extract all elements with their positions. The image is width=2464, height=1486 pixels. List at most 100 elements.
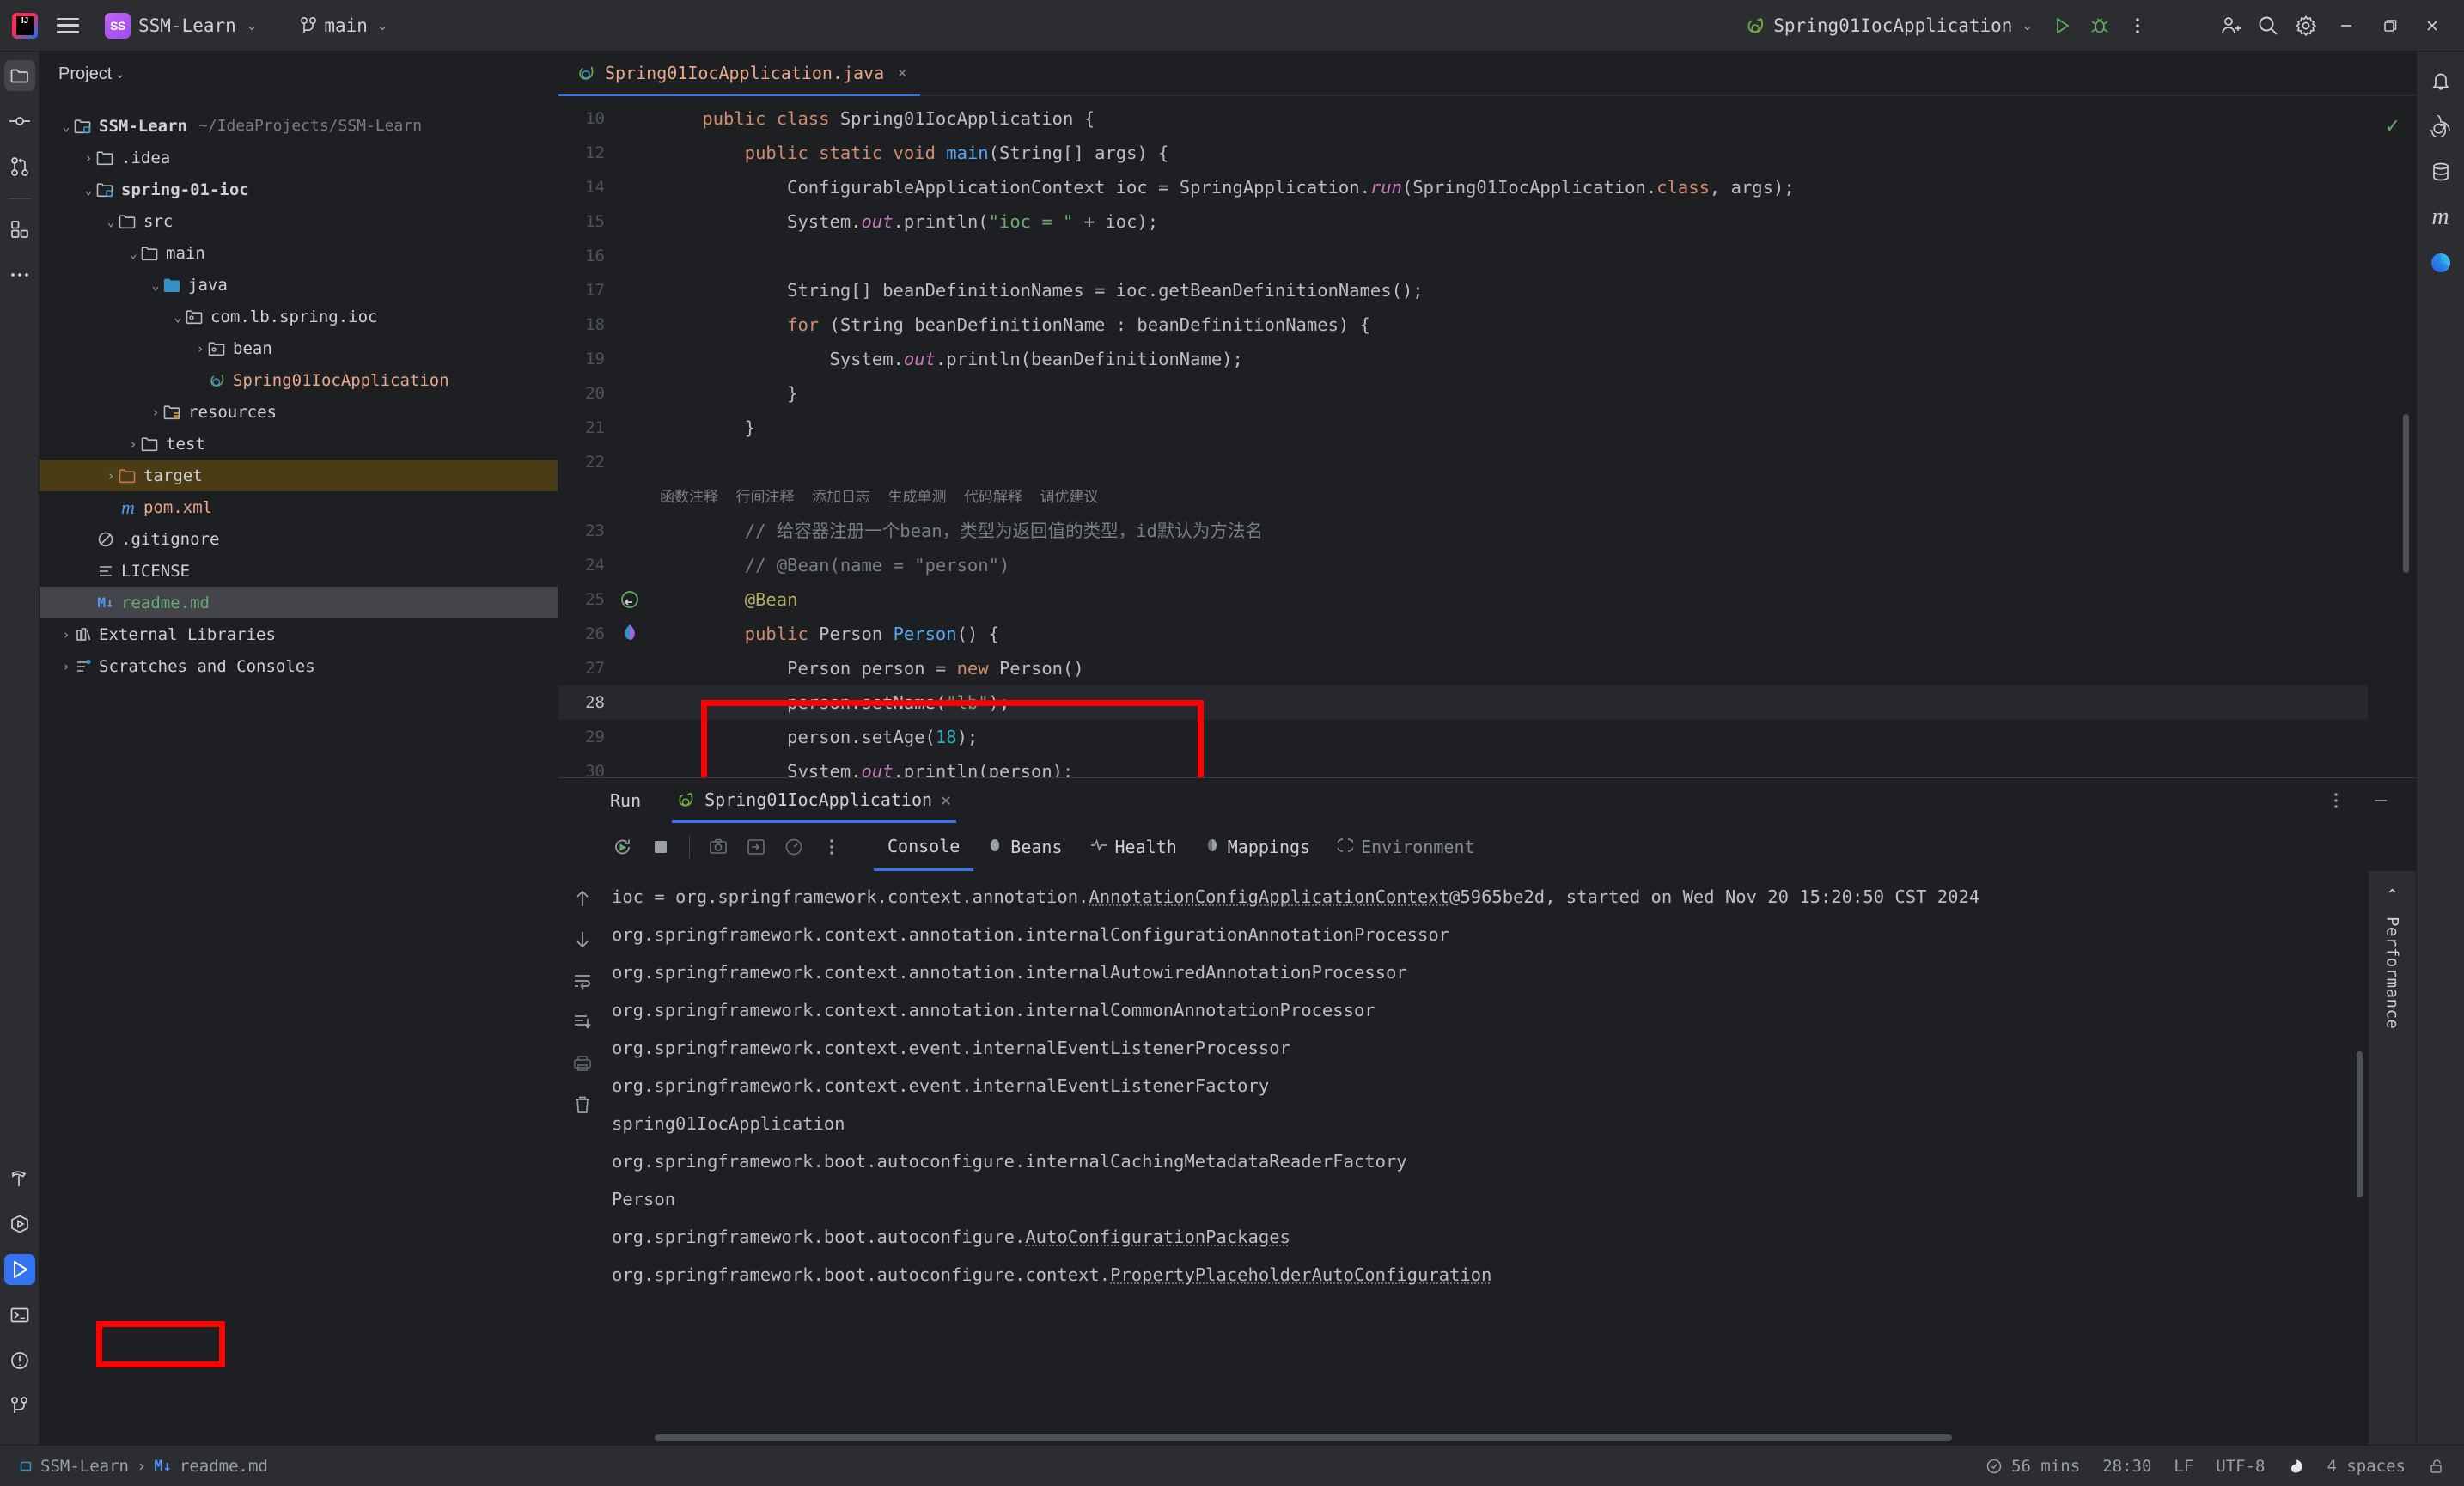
scroll-up-icon[interactable] [567, 883, 598, 914]
branch-selector[interactable]: main ⌄ [293, 12, 394, 40]
tree-expand-arrow[interactable]: › [58, 627, 74, 643]
tree-expand-arrow[interactable]: › [103, 468, 119, 484]
close-icon[interactable] [2412, 9, 2452, 43]
code-editor[interactable]: 10 public class Spring01IocApplication {… [558, 96, 2368, 777]
rerun-icon[interactable] [607, 831, 639, 863]
tree-item-src[interactable]: ⌄ src [40, 205, 558, 237]
database-icon[interactable] [2425, 156, 2456, 187]
run-subtab-environment[interactable]: Environment [1324, 823, 1488, 871]
more-vertical-icon[interactable] [2320, 784, 2352, 817]
tree-expand-arrow[interactable]: ⌄ [58, 119, 74, 134]
run-configuration-selector[interactable]: Spring01IocApplication ⌄ [1737, 12, 2041, 40]
scroll-to-end-icon[interactable] [567, 1007, 598, 1038]
ai-hint-生成单测[interactable]: 生成单测 [887, 489, 946, 506]
tree-item-pom-xml[interactable]: m pom.xml [40, 491, 558, 523]
tree-item-readme-md[interactable]: M↓ readme.md [40, 587, 558, 618]
tree-item-license[interactable]: LICENSE [40, 555, 558, 587]
sidebar-item-version-control[interactable] [4, 1391, 35, 1422]
profiler-icon[interactable] [778, 831, 810, 863]
sidebar-item-project[interactable] [3, 60, 35, 91]
ai-hint-行间注释[interactable]: 行间注释 [735, 489, 794, 506]
console-line[interactable]: org.springframework.context.event.intern… [612, 1029, 2368, 1067]
tree-expand-arrow[interactable]: ⌄ [170, 309, 186, 325]
tree-expand-arrow[interactable]: › [148, 405, 163, 420]
tree-expand-arrow[interactable]: › [81, 150, 96, 166]
run-subtab-beans[interactable]: Beans [973, 823, 1076, 871]
sidebar-item-run[interactable] [3, 1254, 35, 1285]
spring-bean-icon[interactable] [612, 624, 648, 644]
tree-item-com-lb-spring-ioc[interactable]: ⌄ com.lb.spring.ioc [40, 301, 558, 332]
ai-hint-函数注释[interactable]: 函数注释 [660, 489, 718, 506]
tree-expand-arrow[interactable]: › [58, 659, 74, 674]
console-link[interactable]: AutoConfigurationPackages [1025, 1227, 1290, 1247]
tree-item-bean[interactable]: › bean [40, 332, 558, 364]
hide-panel-icon[interactable] [2364, 784, 2397, 817]
console-line[interactable]: org.springframework.context.annotation.i… [612, 991, 2368, 1029]
thread-dump-icon[interactable] [702, 831, 735, 863]
sidebar-item-pull-requests[interactable] [4, 151, 35, 182]
console-line[interactable]: org.springframework.boot.autoconfigure.c… [612, 1256, 2368, 1294]
chevron-left-icon[interactable]: ⌃ [2386, 886, 2399, 904]
tree-item--idea[interactable]: › .idea [40, 142, 558, 174]
editor-scrollbar[interactable] [2403, 414, 2409, 573]
console-vertical-scrollbar[interactable] [2357, 1051, 2363, 1197]
console-line[interactable]: org.springframework.context.event.intern… [612, 1067, 2368, 1105]
console-line[interactable]: org.springframework.context.annotation.i… [612, 916, 2368, 953]
minimize-icon[interactable] [2327, 9, 2366, 43]
sidebar-item-commit[interactable] [4, 106, 35, 137]
maven-icon[interactable]: m [2425, 202, 2456, 233]
debug-bug-icon[interactable] [2083, 9, 2117, 43]
tree-item-external-libraries[interactable]: › External Libraries [40, 618, 558, 650]
tree-item--gitignore[interactable]: .gitignore [40, 523, 558, 555]
performance-tab[interactable]: ⌃ Performance [2368, 871, 2416, 1445]
project-tree[interactable]: ⌄ SSM-Learn ~/IdeaProjects/SSM-Learn › .idea… [40, 96, 558, 1445]
tree-item-java[interactable]: ⌄ java [40, 269, 558, 301]
tree-item-main[interactable]: ⌄ main [40, 237, 558, 269]
search-icon[interactable] [2251, 9, 2285, 43]
stop-icon[interactable] [644, 831, 677, 863]
file-encoding[interactable]: UTF-8 [2216, 1457, 2265, 1476]
sidebar-item-terminal[interactable] [4, 1300, 35, 1331]
tree-expand-arrow[interactable]: ⌄ [81, 182, 96, 198]
session-time[interactable]: 56 mins [1985, 1457, 2080, 1476]
sidebar-item-structure[interactable] [4, 214, 35, 245]
tree-expand-arrow[interactable]: › [125, 436, 141, 452]
tree-item-scratches-and-consoles[interactable]: › Scratches and Consoles [40, 650, 558, 682]
run-subtab-console[interactable]: Console [874, 823, 974, 871]
add-user-icon[interactable] [2213, 9, 2247, 43]
console-output[interactable]: ioc = org.springframework.context.annota… [607, 871, 2368, 1445]
run-subtab-mappings[interactable]: Mappings [1191, 823, 1324, 871]
run-subtab-health[interactable]: Health [1076, 823, 1191, 871]
export-icon[interactable] [740, 831, 772, 863]
sidebar-item-more[interactable] [4, 259, 35, 290]
more-vertical-icon[interactable] [815, 831, 848, 863]
hamburger-icon[interactable] [57, 17, 79, 33]
codegeex-icon[interactable] [2425, 247, 2456, 278]
caret-position[interactable]: 28:30 [2102, 1457, 2151, 1476]
console-line[interactable]: Person [612, 1180, 2368, 1218]
console-line[interactable]: ioc = org.springframework.context.annota… [612, 878, 2368, 916]
indent-setting[interactable]: 4 spaces [2327, 1457, 2406, 1476]
tree-item-ssm-learn[interactable]: ⌄ SSM-Learn ~/IdeaProjects/SSM-Learn [40, 110, 558, 142]
console-horizontal-scrollbar[interactable] [655, 1434, 1952, 1441]
inspections-ok-checkmark[interactable]: ✓ [2385, 115, 2400, 137]
more-vertical-icon[interactable] [2120, 9, 2155, 43]
tree-expand-arrow[interactable]: ⌄ [103, 214, 119, 229]
tree-item-resources[interactable]: › resources [40, 396, 558, 428]
soft-wrap-icon[interactable] [567, 965, 598, 996]
ai-hint-添加日志[interactable]: 添加日志 [812, 489, 870, 506]
ai-hint-调优建议[interactable]: 调优建议 [1040, 489, 1098, 506]
tree-expand-arrow[interactable]: ⌄ [125, 246, 141, 261]
console-line[interactable]: spring01IocApplication [612, 1105, 2368, 1142]
bean-gutter-icon[interactable] [612, 588, 648, 611]
maximize-icon[interactable] [2369, 9, 2409, 43]
console-line[interactable]: org.springframework.context.annotation.i… [612, 953, 2368, 991]
ai-hint-代码解释[interactable]: 代码解释 [964, 489, 1022, 506]
sidebar-item-problems[interactable] [4, 1345, 35, 1376]
run-play-icon[interactable] [2045, 9, 2079, 43]
clear-all-icon[interactable] [567, 1089, 598, 1120]
tree-expand-arrow[interactable]: ⌄ [148, 277, 163, 293]
tree-expand-arrow[interactable]: › [192, 341, 208, 356]
breadcrumb[interactable]: SSM-Learn › M↓ readme.md [19, 1457, 268, 1476]
tree-item-spring01iocapplication[interactable]: Spring01IocApplication [40, 364, 558, 396]
